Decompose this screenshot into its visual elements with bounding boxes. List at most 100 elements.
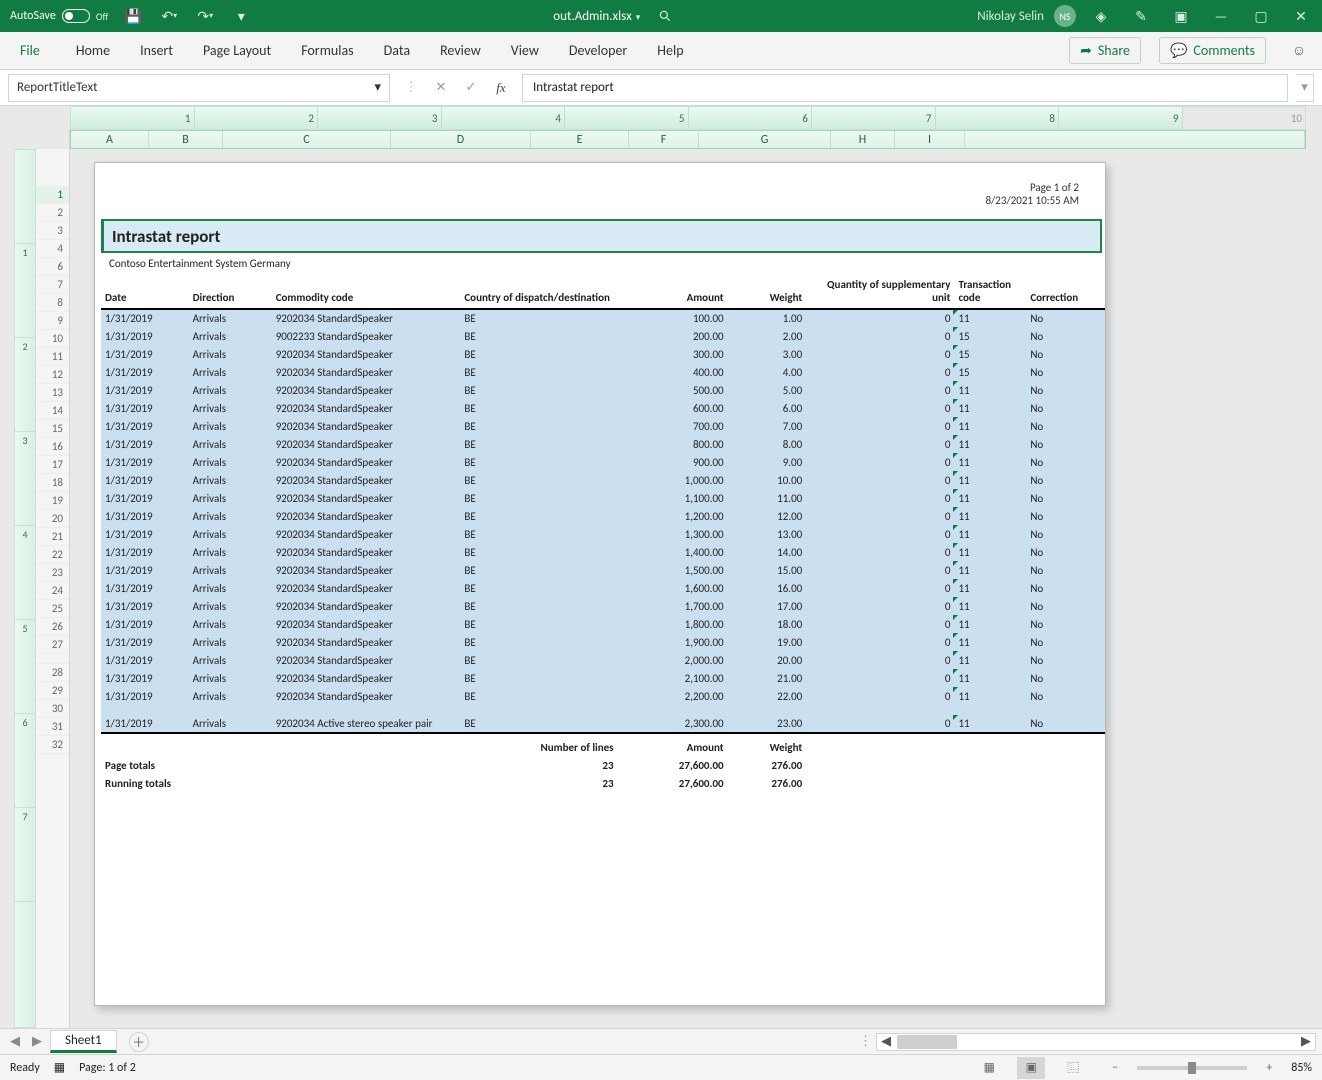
user-avatar[interactable]: NS xyxy=(1054,5,1076,27)
row-header[interactable]: 20 xyxy=(36,510,69,528)
row-header[interactable]: 14 xyxy=(36,402,69,420)
undo-icon[interactable]: ↶▾ xyxy=(154,2,184,30)
col-header-H[interactable]: H xyxy=(831,131,895,148)
add-sheet-icon[interactable]: ＋ xyxy=(129,1032,149,1052)
tab-nav-prev-icon[interactable]: ◀ xyxy=(6,1033,24,1051)
table-row[interactable]: 1/31/2019Arrivals9202034 StandardSpeaker… xyxy=(101,615,1105,633)
row-headers[interactable]: 1234678910111213141516171819202122232425… xyxy=(36,149,70,1028)
row-header[interactable]: 10 xyxy=(36,330,69,348)
view-normal-icon[interactable]: ▦ xyxy=(975,1057,1003,1079)
table-row[interactable]: 1/31/2019Arrivals9202034 StandardSpeaker… xyxy=(101,507,1105,525)
fx-icon[interactable]: fx xyxy=(488,75,514,101)
horizontal-scrollbar[interactable]: ◀ ▶ xyxy=(876,1033,1316,1051)
table-row[interactable]: 1/31/2019Arrivals9202034 StandardSpeaker… xyxy=(101,633,1105,651)
tab-view[interactable]: View xyxy=(505,34,545,67)
comments-button[interactable]: 💬 Comments xyxy=(1159,37,1266,64)
table-row[interactable]: 1/31/2019Arrivals9202034 StandardSpeaker… xyxy=(101,579,1105,597)
tab-file[interactable]: File xyxy=(8,34,52,67)
table-row[interactable]: 1/31/2019Arrivals9202034 StandardSpeaker… xyxy=(101,399,1105,417)
table-row[interactable]: 1/31/2019Arrivals9202034 StandardSpeaker… xyxy=(101,309,1105,327)
autosave-toggle[interactable]: AutoSave Off xyxy=(6,8,112,24)
table-row[interactable]: 1/31/2019Arrivals9202034 StandardSpeaker… xyxy=(101,381,1105,399)
row-header[interactable]: 23 xyxy=(36,564,69,582)
expand-formula-icon[interactable]: ▾ xyxy=(1296,74,1314,102)
tab-data[interactable]: Data xyxy=(378,34,416,67)
col-header-I[interactable]: I xyxy=(895,131,965,148)
row-header[interactable]: 28 xyxy=(36,664,69,682)
split-handle[interactable]: ⋮ xyxy=(859,1034,872,1049)
chevron-down-icon[interactable]: ▾ xyxy=(374,80,381,95)
row-header[interactable]: 31 xyxy=(36,718,69,736)
row-header[interactable]: 8 xyxy=(36,294,69,312)
row-header[interactable]: 16 xyxy=(36,438,69,456)
tab-help[interactable]: Help xyxy=(651,34,689,67)
table-row[interactable]: 1/31/2019Arrivals9202034 StandardSpeaker… xyxy=(101,597,1105,615)
table-row[interactable]: 1/31/2019Arrivals9202034 StandardSpeaker… xyxy=(101,489,1105,507)
tab-nav-next-icon[interactable]: ▶ xyxy=(28,1033,46,1051)
row-header[interactable]: 25 xyxy=(36,600,69,618)
row-header[interactable]: 11 xyxy=(36,348,69,366)
row-header[interactable]: 15 xyxy=(36,420,69,438)
tab-developer[interactable]: Developer xyxy=(563,34,633,67)
row-header[interactable]: 17 xyxy=(36,456,69,474)
col-header-A[interactable]: A xyxy=(71,131,149,148)
select-all-corner[interactable] xyxy=(36,130,70,149)
table-row[interactable]: 1/31/2019Arrivals9202034 StandardSpeaker… xyxy=(101,435,1105,453)
table-row[interactable]: 1/31/2019Arrivals9202034 StandardSpeaker… xyxy=(101,543,1105,561)
table-row[interactable]: 1/31/2019Arrivals9202034 Active stereo s… xyxy=(101,715,1105,733)
ribbon-mode-icon[interactable]: ▣ xyxy=(1166,2,1196,30)
zoom-slider[interactable] xyxy=(1137,1066,1247,1070)
table-row[interactable]: 1/31/2019Arrivals9202034 StandardSpeaker… xyxy=(101,651,1105,669)
enter-icon[interactable]: ✓ xyxy=(458,75,484,101)
namebox[interactable]: ReportTitleText ▾ xyxy=(8,74,390,102)
row-header[interactable]: 6 xyxy=(36,258,69,276)
row-header[interactable]: 7 xyxy=(36,276,69,294)
table-row[interactable]: 1/31/2019Arrivals9002233 StandardSpeaker… xyxy=(101,327,1105,345)
save-icon[interactable]: 💾 xyxy=(118,2,148,30)
grid-area[interactable]: 12345678910 ABCDEFGHI 1234567 1234678910… xyxy=(0,106,1322,1028)
scroll-left-icon[interactable]: ◀ xyxy=(877,1034,895,1049)
accessibility-icon[interactable]: ▦ xyxy=(54,1060,65,1075)
row-header[interactable]: 12 xyxy=(36,366,69,384)
scroll-right-icon[interactable]: ▶ xyxy=(1297,1034,1315,1049)
tab-insert[interactable]: Insert xyxy=(134,34,179,67)
row-header[interactable]: 32 xyxy=(36,736,69,754)
row-header[interactable]: 9 xyxy=(36,312,69,330)
formula-input[interactable]: Intrastat report xyxy=(522,74,1288,102)
row-header[interactable]: 13 xyxy=(36,384,69,402)
col-header-C[interactable]: C xyxy=(223,131,391,148)
tab-formulas[interactable]: Formulas xyxy=(295,34,359,67)
cancel-icon[interactable]: ✕ xyxy=(428,75,454,101)
minimize-icon[interactable]: — xyxy=(1206,2,1236,30)
table-row[interactable]: 1/31/2019Arrivals9202034 StandardSpeaker… xyxy=(101,345,1105,363)
col-header-B[interactable]: B xyxy=(149,131,223,148)
col-header-E[interactable]: E xyxy=(531,131,629,148)
col-header-G[interactable]: G xyxy=(699,131,831,148)
table-row[interactable]: 1/31/2019Arrivals9202034 StandardSpeaker… xyxy=(101,363,1105,381)
table-row[interactable]: 1/31/2019Arrivals9202034 StandardSpeaker… xyxy=(101,669,1105,687)
row-header[interactable]: 3 xyxy=(36,222,69,240)
row-header[interactable]: 21 xyxy=(36,528,69,546)
row-header[interactable]: 4 xyxy=(36,240,69,258)
share-button[interactable]: ➦ Share xyxy=(1069,37,1141,64)
tab-review[interactable]: Review xyxy=(434,34,487,67)
table-row[interactable]: 1/31/2019Arrivals9202034 StandardSpeaker… xyxy=(101,453,1105,471)
maximize-icon[interactable]: ▢ xyxy=(1246,2,1276,30)
diamond-icon[interactable]: ◈ xyxy=(1086,2,1116,30)
tab-home[interactable]: Home xyxy=(70,34,116,67)
search-icon[interactable] xyxy=(650,2,680,30)
sheet-tab-sheet1[interactable]: Sheet1 xyxy=(50,1030,117,1053)
tab-page-layout[interactable]: Page Layout xyxy=(197,34,277,67)
row-header[interactable]: 27 xyxy=(36,636,69,654)
qat-customize-icon[interactable]: ▾ xyxy=(226,2,256,30)
table-row[interactable]: 1/31/2019Arrivals9202034 StandardSpeaker… xyxy=(101,417,1105,435)
row-header[interactable]: 30 xyxy=(36,700,69,718)
redo-icon[interactable]: ↷▾ xyxy=(190,2,220,30)
view-page-break-icon[interactable]: ⿺ xyxy=(1059,1057,1087,1079)
table-row[interactable]: 1/31/2019Arrivals9202034 StandardSpeaker… xyxy=(101,525,1105,543)
file-name[interactable]: out.Admin.xlsx xyxy=(553,9,640,24)
zoom-out-icon[interactable]: − xyxy=(1101,1057,1129,1079)
row-header[interactable]: 2 xyxy=(36,204,69,222)
report-title[interactable]: Intrastat report xyxy=(101,219,1102,253)
row-header[interactable]: 26 xyxy=(36,618,69,636)
